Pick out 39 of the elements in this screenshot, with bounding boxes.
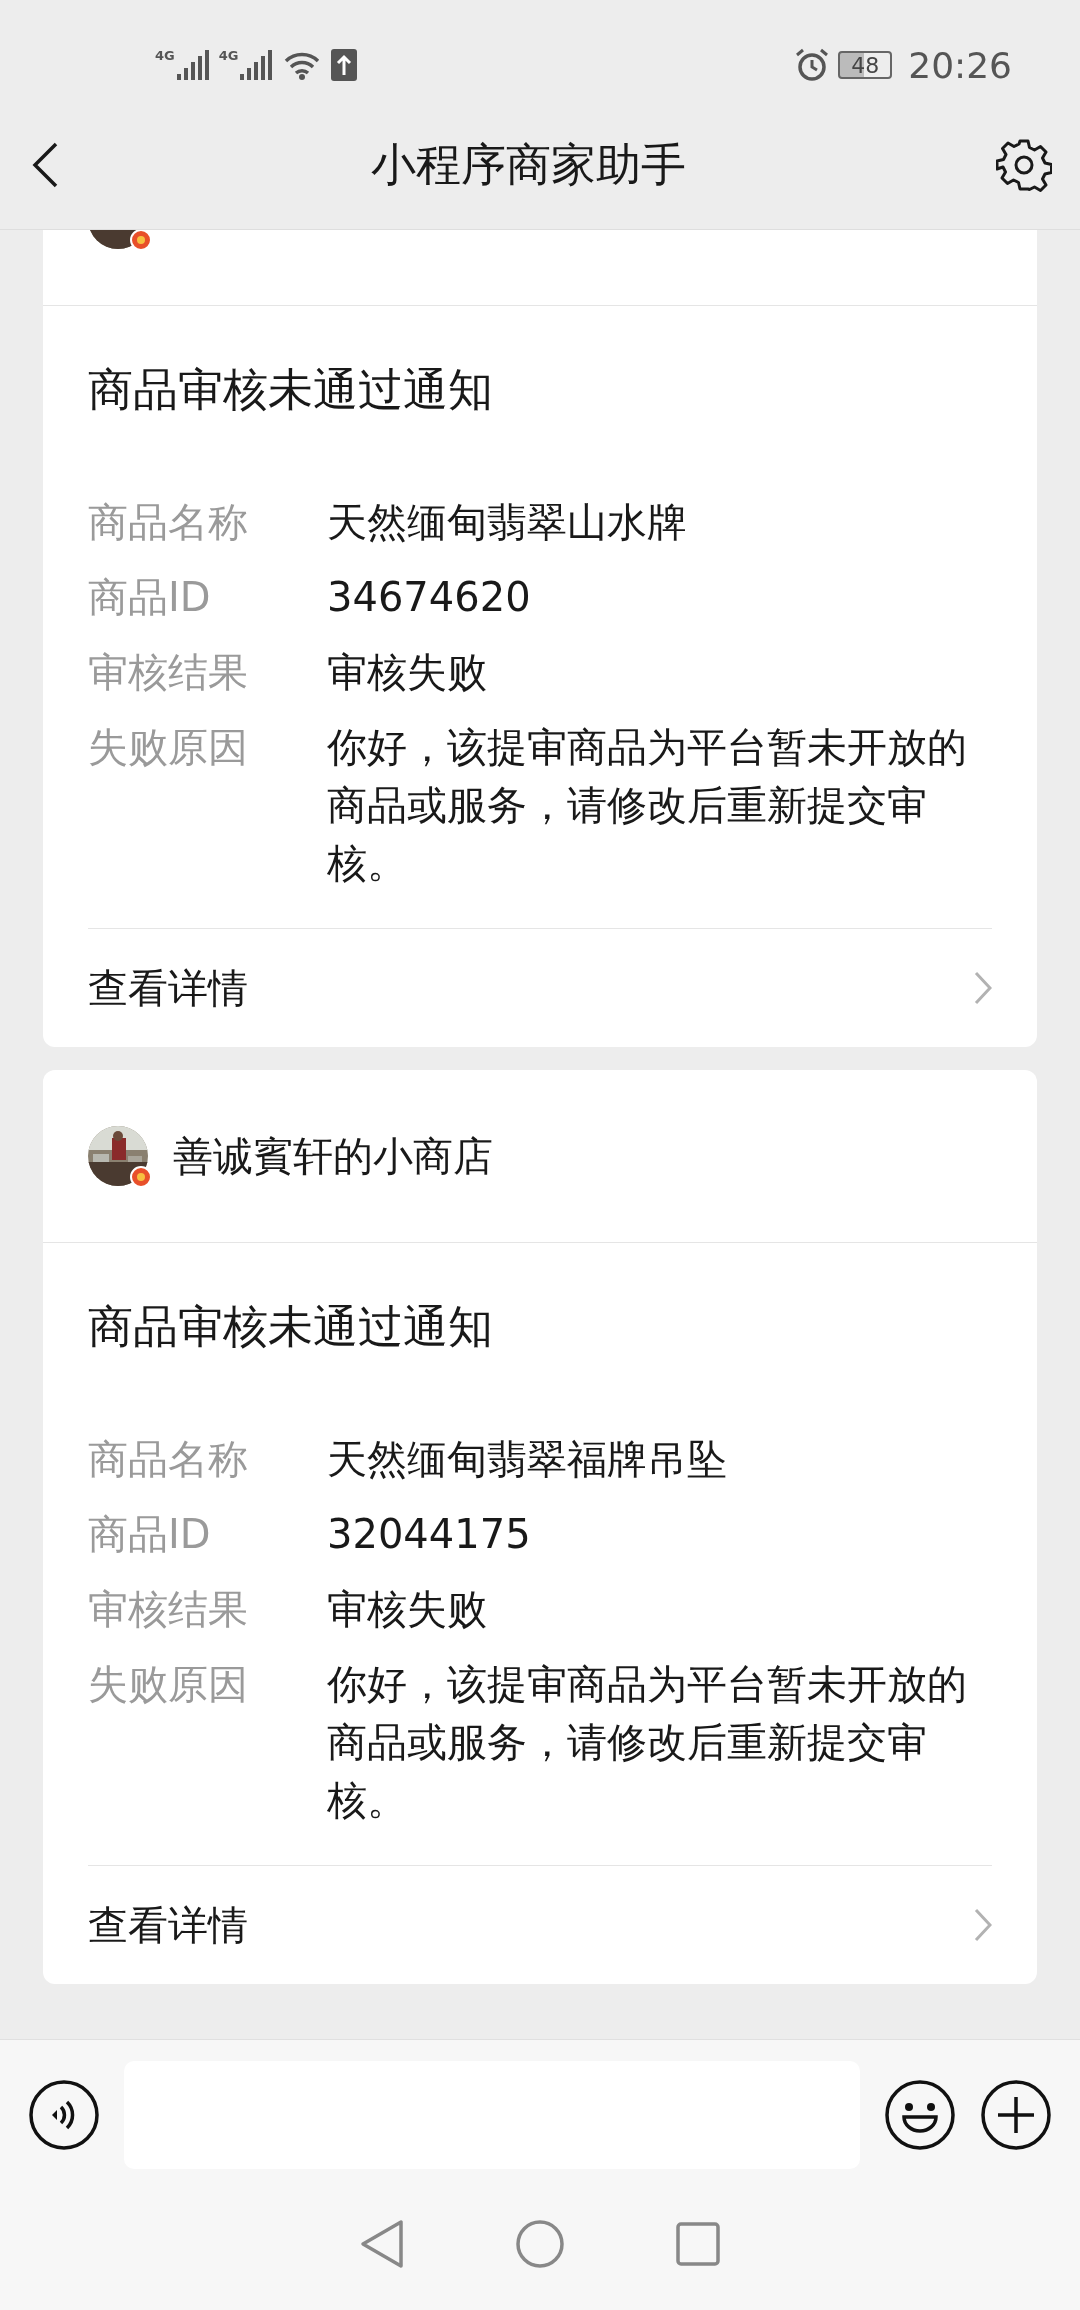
back-icon[interactable] [30,140,60,189]
field-label: 商品名称 [88,1435,249,1484]
badge-icon [130,1166,152,1188]
alarm-icon [794,47,831,83]
network-type: 4G [155,48,175,63]
field-value: 你好，该提审商品为平台暂未开放的商品或服务，请修改后重新提交审核。 [327,1660,968,1825]
field-label: 商品名称 [88,498,249,547]
home-icon[interactable] [515,2219,565,2269]
page-title: 小程序商家助手 [370,136,686,193]
cellular-signal-icon [176,50,211,80]
upload-icon [330,48,359,82]
notice-title: 商品审核未通过通知 [88,362,494,418]
details-link[interactable]: 查看详情 [88,1865,992,1984]
chevron-icon [974,971,992,1005]
field-label: 失败原因 [88,1660,249,1709]
voice-icon[interactable] [28,2079,100,2151]
field-value: 你好，该提审商品为平台暂未开放的商品或服务，请修改后重新提交审核。 [327,723,968,888]
emoji-icon[interactable] [884,2079,956,2151]
recents-icon[interactable] [675,2221,721,2267]
field-value: 32044175 [327,1510,532,1559]
field-value: 审核失败 [327,1585,488,1634]
field-label: 审核结果 [88,648,249,697]
field-label: 审核结果 [88,1585,249,1634]
field-label: 失败原因 [88,723,249,772]
cellular-signal-icon [240,50,275,80]
network-type: 4G [218,48,239,63]
add-icon[interactable] [980,2079,1052,2151]
field-label: 商品ID [88,1510,212,1559]
field-value: 天然缅甸翡翠福牌吊坠 [327,1435,728,1484]
field-value: 34674620 [327,573,532,622]
chevron-icon [974,1908,992,1942]
shop-name: 善诚賓轩的小商店 [173,1131,493,1181]
field-value: 审核失败 [327,648,488,697]
battery-level: 48 [838,51,893,79]
details-link[interactable]: 查看详情 [88,928,992,1047]
notice-title: 商品审核未通过通知 [88,1299,494,1355]
field-label: 商品ID [88,573,212,622]
field-value: 天然缅甸翡翠山水牌 [327,498,688,547]
clock-time: 20:26 [908,44,1012,86]
